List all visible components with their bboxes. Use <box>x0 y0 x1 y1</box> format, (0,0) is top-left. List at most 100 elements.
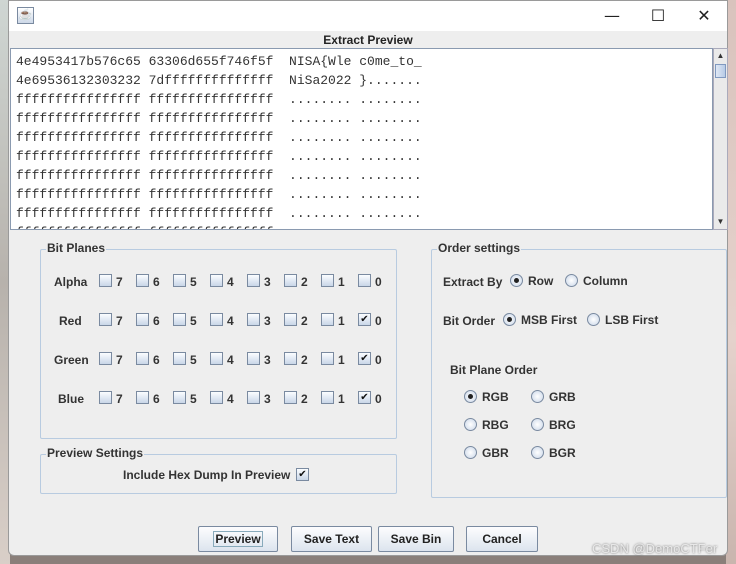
bit-checkbox-green-5[interactable] <box>173 352 186 365</box>
maximize-button[interactable]: ☐ <box>635 1 681 31</box>
bit-label: 5 <box>190 314 197 328</box>
bit-label: 3 <box>264 392 271 406</box>
bit-checkbox-red-3[interactable] <box>247 313 260 326</box>
bit-label: 2 <box>301 353 308 367</box>
hex-dump-checkbox[interactable]: ✔ <box>296 468 309 481</box>
bit-label: 7 <box>116 314 123 328</box>
watermark: CSDN @DemoCTFer <box>592 541 718 556</box>
preview-line: ffffffffffffffff ffffffffffffffff ......… <box>16 225 422 229</box>
bit-checkbox-red-1[interactable] <box>321 313 334 326</box>
bit-checkbox-alpha-3[interactable] <box>247 274 260 287</box>
bit-checkbox-alpha-2[interactable] <box>284 274 297 287</box>
bit-label: 7 <box>116 353 123 367</box>
order-settings-title: Order settings <box>437 241 522 255</box>
minimize-button[interactable]: — <box>589 1 635 31</box>
bit-checkbox-green-3[interactable] <box>247 352 260 365</box>
bit-label: 4 <box>227 314 234 328</box>
bit-checkbox-green-7[interactable] <box>99 352 112 365</box>
preview-line: ffffffffffffffff ffffffffffffffff ......… <box>16 168 422 183</box>
bit-label: 5 <box>190 275 197 289</box>
bit-checkbox-alpha-0[interactable] <box>358 274 371 287</box>
bit-plane-row-label: Alpha <box>54 275 88 289</box>
radio-brg[interactable] <box>531 418 544 431</box>
preview-text-area[interactable]: 4e4953417b576c65 63306d655f746f5f NISA{W… <box>10 48 713 230</box>
bit-checkbox-green-2[interactable] <box>284 352 297 365</box>
radio-bgr[interactable] <box>531 446 544 459</box>
bit-label: 6 <box>153 353 160 367</box>
scroll-down-icon[interactable]: ▼ <box>714 215 727 229</box>
bit-label: 0 <box>375 353 382 367</box>
bit-checkbox-red-2[interactable] <box>284 313 297 326</box>
bit-checkbox-alpha-1[interactable] <box>321 274 334 287</box>
bit-checkbox-alpha-5[interactable] <box>173 274 186 287</box>
radio-label: MSB First <box>521 313 578 327</box>
radio-label: RGB <box>482 390 509 404</box>
bit-label: 3 <box>264 353 271 367</box>
bit-checkbox-red-0[interactable]: ✔ <box>358 313 371 326</box>
radio-row[interactable] <box>510 274 523 287</box>
bit-label: 1 <box>338 392 345 406</box>
cancel-button[interactable]: Cancel <box>466 526 538 552</box>
bit-label: 5 <box>190 392 197 406</box>
bit-label: 4 <box>227 392 234 406</box>
bit-planes-title: Bit Planes <box>46 241 107 255</box>
bit-checkbox-green-6[interactable] <box>136 352 149 365</box>
preview-line: ffffffffffffffff ffffffffffffffff ......… <box>16 130 422 145</box>
radio-rbg[interactable] <box>464 418 477 431</box>
bit-checkbox-blue-2[interactable] <box>284 391 297 404</box>
radio-lsb-first[interactable] <box>587 313 600 326</box>
radio-label: BGR <box>549 446 576 460</box>
bit-checkbox-alpha-7[interactable] <box>99 274 112 287</box>
save-bin-button[interactable]: Save Bin <box>378 526 454 552</box>
java-app-icon: ☕ <box>17 7 34 24</box>
bit-checkbox-green-4[interactable] <box>210 352 223 365</box>
bit-checkbox-blue-1[interactable] <box>321 391 334 404</box>
preview-line: 4e69536132303232 7dffffffffffffff NiSa20… <box>16 73 422 88</box>
bit-label: 6 <box>153 392 160 406</box>
bit-checkbox-blue-0[interactable]: ✔ <box>358 391 371 404</box>
preview-line: ffffffffffffffff ffffffffffffffff ......… <box>16 149 422 164</box>
bit-checkbox-red-5[interactable] <box>173 313 186 326</box>
bit-checkbox-blue-5[interactable] <box>173 391 186 404</box>
scroll-up-icon[interactable]: ▲ <box>714 49 727 63</box>
bit-label: 0 <box>375 314 382 328</box>
bit-label: 1 <box>338 314 345 328</box>
bit-label: 0 <box>375 392 382 406</box>
close-button[interactable]: ✕ <box>681 1 727 31</box>
save-text-button[interactable]: Save Text <box>291 526 372 552</box>
radio-label: Column <box>583 274 628 288</box>
radio-gbr[interactable] <box>464 446 477 459</box>
radio-label: GRB <box>549 390 576 404</box>
vertical-scrollbar[interactable]: ▲ ▼ <box>713 48 728 230</box>
radio-label: GBR <box>482 446 509 460</box>
bit-checkbox-blue-3[interactable] <box>247 391 260 404</box>
title-bar: ☕ — ☐ ✕ <box>9 1 727 31</box>
bit-label: 2 <box>301 392 308 406</box>
bit-label: 3 <box>264 314 271 328</box>
bit-plane-row-label: Green <box>54 353 89 367</box>
scroll-thumb[interactable] <box>715 64 726 78</box>
bit-checkbox-red-6[interactable] <box>136 313 149 326</box>
bit-checkbox-blue-4[interactable] <box>210 391 223 404</box>
bit-checkbox-red-7[interactable] <box>99 313 112 326</box>
preview-line: ffffffffffffffff ffffffffffffffff ......… <box>16 187 422 202</box>
bit-label: 2 <box>301 314 308 328</box>
bit-label: 5 <box>190 353 197 367</box>
preview-line: 4e4953417b576c65 63306d655f746f5f NISA{W… <box>16 54 422 69</box>
extract-by-label: Extract By <box>443 275 503 289</box>
preview-button[interactable]: Preview <box>198 526 278 552</box>
bit-label: 1 <box>338 275 345 289</box>
bit-checkbox-alpha-4[interactable] <box>210 274 223 287</box>
bit-checkbox-alpha-6[interactable] <box>136 274 149 287</box>
bit-checkbox-green-0[interactable]: ✔ <box>358 352 371 365</box>
radio-column[interactable] <box>565 274 578 287</box>
bit-order-label: Bit Order <box>443 314 496 328</box>
radio-msb-first[interactable] <box>503 313 516 326</box>
bit-checkbox-green-1[interactable] <box>321 352 334 365</box>
bit-checkbox-blue-6[interactable] <box>136 391 149 404</box>
bit-checkbox-blue-7[interactable] <box>99 391 112 404</box>
radio-grb[interactable] <box>531 390 544 403</box>
bit-label: 1 <box>338 353 345 367</box>
bit-checkbox-red-4[interactable] <box>210 313 223 326</box>
radio-rgb[interactable] <box>464 390 477 403</box>
